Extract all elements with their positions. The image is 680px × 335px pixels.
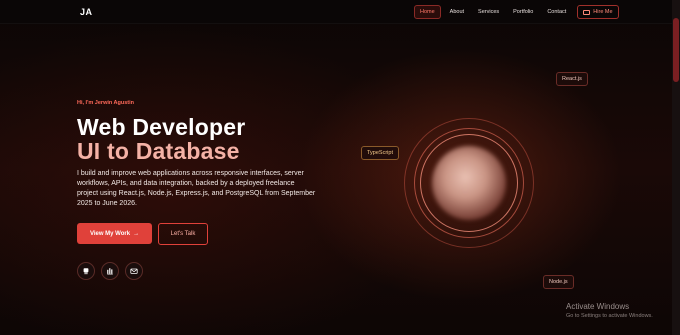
windows-activation-watermark: Activate Windows Go to Settings to activ…: [566, 302, 653, 319]
hero-greeting: Hi, I'm Jerwin Agustin: [77, 100, 135, 106]
nav-link-about[interactable]: About: [445, 6, 469, 18]
hero-section: Hi, I'm Jerwin Agustin Web Developer UI …: [77, 100, 337, 209]
tech-badge-node: Node.js: [543, 275, 574, 289]
orb-core: [432, 146, 506, 220]
hire-me-button[interactable]: Hire Me: [577, 5, 619, 19]
github-icon: [83, 268, 89, 275]
envelope-icon: [583, 9, 591, 15]
nav-link-contact[interactable]: Contact: [542, 6, 571, 18]
site-logo[interactable]: JA: [80, 7, 93, 17]
activation-subtitle: Go to Settings to activate Windows.: [566, 313, 653, 319]
nav-links: Home About Services Portfolio Contact Hi…: [414, 5, 619, 19]
activation-title: Activate Windows: [566, 302, 630, 311]
hero-cta-group: View My Work → Let's Talk: [77, 223, 208, 245]
hero-title-line1: Web Developer: [77, 114, 246, 140]
hero-title-line2: UI to Database: [77, 138, 240, 164]
tech-badge-react: React.js: [556, 72, 588, 86]
nav-link-portfolio[interactable]: Portfolio: [508, 6, 538, 18]
hire-me-label: Hire Me: [593, 9, 613, 15]
scrollbar-thumb[interactable]: [673, 18, 679, 82]
view-my-work-button[interactable]: View My Work →: [77, 223, 152, 244]
lets-talk-button[interactable]: Let's Talk: [158, 223, 208, 245]
top-navbar: JA Home About Services Portfolio Contact…: [0, 0, 672, 24]
social-links: [77, 262, 143, 280]
hero-description: I build and improve web applications acr…: [77, 170, 316, 207]
view-my-work-label: View My Work: [89, 230, 131, 237]
linkedin-icon: [107, 268, 113, 275]
hero-orb: [404, 118, 534, 248]
nav-link-home[interactable]: Home: [414, 5, 441, 19]
page-scrollbar[interactable]: [672, 0, 680, 335]
linkedin-link[interactable]: [101, 262, 119, 280]
github-link[interactable]: [77, 262, 95, 280]
email-icon: [130, 268, 138, 274]
tech-badge-typescript: TypeScript: [361, 146, 399, 160]
nav-link-services[interactable]: Services: [473, 6, 504, 18]
arrow-right-icon: →: [133, 230, 140, 237]
email-link[interactable]: [125, 262, 143, 280]
